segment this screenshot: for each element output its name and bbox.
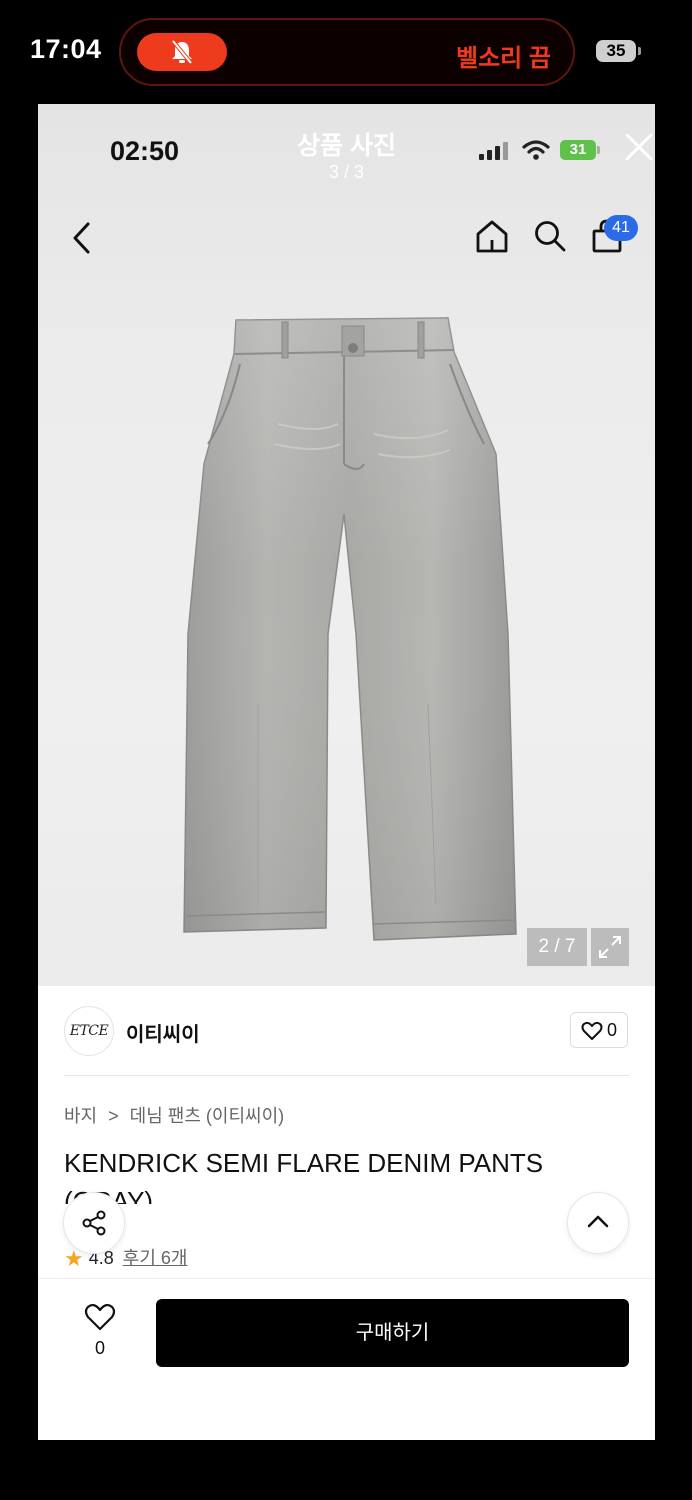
brand-logo[interactable]: ETCE — [64, 1006, 114, 1056]
heart-icon — [84, 1303, 116, 1331]
viewer-counter: 3 / 3 — [328, 162, 365, 182]
breadcrumb-category[interactable]: 바지 — [64, 1106, 97, 1126]
bottom-purchase-bar: 0 구매하기 — [38, 1278, 655, 1440]
brand-row[interactable]: ETCE 이티씨이 0 — [38, 986, 655, 1076]
close-icon[interactable] — [624, 132, 654, 162]
silent-mode-indicator — [137, 33, 227, 71]
breadcrumb: 바지 > 데님 팬츠 (이티씨이) — [64, 1102, 284, 1128]
home-icon[interactable] — [474, 218, 510, 254]
scroll-to-top-button[interactable] — [567, 1192, 629, 1254]
bell-slash-icon — [171, 39, 193, 65]
review-link[interactable]: 후기 6개 — [123, 1248, 188, 1268]
divider — [64, 1075, 629, 1076]
expand-icon — [599, 936, 621, 958]
search-icon[interactable] — [532, 218, 568, 254]
silent-mode-label: 벨소리 끔 — [456, 45, 551, 72]
buy-button[interactable]: 구매하기 — [156, 1299, 629, 1367]
product-image-jeans[interactable] — [178, 304, 528, 954]
breadcrumb-subcategory[interactable]: 데님 팬츠 (이티씨이) — [130, 1106, 284, 1126]
device-status-bar: 17:04 벨소리 끔 35 — [0, 0, 692, 100]
wishlist-count: 0 — [94, 1338, 105, 1358]
wifi-icon — [522, 140, 550, 160]
device-clock: 17:04 — [30, 34, 102, 64]
share-button[interactable] — [63, 1192, 125, 1254]
product-photo-viewer: 02:50 상품 사진 3 / 3 31 41 2 / 7 ETCE 이티씨이 … — [38, 104, 655, 1440]
expand-image-button[interactable] — [591, 928, 629, 966]
device-battery: 35 — [596, 40, 641, 62]
brand-like-count: 0 — [607, 1020, 618, 1040]
wishlist-button[interactable]: 0 — [80, 1303, 120, 1359]
share-icon — [82, 1210, 106, 1236]
back-arrow-icon[interactable] — [68, 220, 96, 256]
product-title: KENDRICK SEMI FLARE DENIM PANTS (GRAY) — [64, 1148, 544, 1204]
brand-like-button[interactable]: 0 — [570, 1012, 628, 1048]
image-page-counter: 2 / 7 — [527, 928, 587, 966]
inner-battery-indicator: 31 — [560, 140, 600, 160]
product-photo-area: 02:50 상품 사진 3 / 3 31 41 2 / 7 — [38, 104, 655, 986]
dynamic-island: 벨소리 끔 — [119, 18, 575, 86]
cellular-signal-icon — [479, 142, 511, 160]
heart-icon — [581, 1021, 603, 1040]
brand-name[interactable]: 이티씨이 — [126, 1018, 200, 1047]
cart-count-badge: 41 — [604, 215, 638, 241]
breadcrumb-separator: > — [108, 1106, 119, 1126]
chevron-up-icon — [587, 1215, 609, 1228]
